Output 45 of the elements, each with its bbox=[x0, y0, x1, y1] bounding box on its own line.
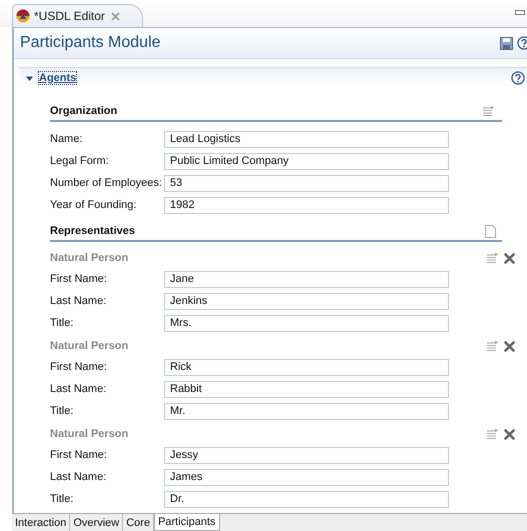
field-label: Last Name: bbox=[50, 295, 108, 307]
text-field[interactable]: 1982 bbox=[164, 196, 449, 214]
text-field[interactable]: 53 bbox=[164, 174, 449, 192]
page-tab[interactable]: Participants bbox=[154, 514, 220, 531]
text-field[interactable]: Mr. bbox=[164, 402, 449, 420]
person-title: Natural Person bbox=[50, 428, 130, 440]
save-icon[interactable] bbox=[500, 36, 513, 50]
form-title: Participants Module bbox=[20, 34, 162, 52]
person-title: Natural Person bbox=[50, 252, 130, 264]
text-field[interactable]: Mrs. bbox=[164, 314, 449, 332]
field-label: Title: bbox=[50, 317, 74, 329]
text-field[interactable]: Rick bbox=[164, 358, 449, 376]
delete-icon[interactable] bbox=[504, 252, 515, 264]
text-field[interactable]: Lead Logistics bbox=[164, 130, 449, 148]
group-title: Representatives bbox=[50, 225, 136, 237]
delete-icon[interactable] bbox=[504, 428, 515, 440]
text-field[interactable]: Jenkins bbox=[164, 292, 449, 310]
help-icon[interactable] bbox=[511, 71, 525, 85]
field-label: First Name: bbox=[50, 361, 108, 373]
text-field[interactable]: Jane bbox=[164, 270, 449, 288]
section-link[interactable]: Agents bbox=[39, 72, 76, 84]
delete-icon[interactable] bbox=[504, 340, 515, 352]
text-field[interactable]: James bbox=[164, 468, 449, 486]
help-icon[interactable] bbox=[517, 36, 527, 50]
field-label: First Name: bbox=[50, 449, 108, 461]
field-label: Number of Employees: bbox=[50, 177, 163, 189]
text-field[interactable]: Jessy bbox=[164, 446, 449, 464]
expand-icon[interactable] bbox=[25, 74, 34, 82]
group-title: Organization bbox=[50, 105, 118, 117]
close-icon[interactable] bbox=[110, 12, 120, 20]
field-label: Last Name: bbox=[50, 383, 108, 395]
minimize-icon[interactable] bbox=[515, 10, 525, 15]
field-label: Title: bbox=[50, 493, 74, 505]
field-label: Legal Form: bbox=[50, 155, 110, 167]
editor-tab[interactable]: *USDL Editor bbox=[12, 4, 143, 27]
text-field[interactable]: Rabbit bbox=[164, 380, 449, 398]
text-field[interactable]: Public Limited Company bbox=[164, 152, 449, 170]
person-title: Natural Person bbox=[50, 340, 130, 352]
field-label: Title: bbox=[50, 405, 74, 417]
field-label: Name: bbox=[50, 133, 84, 145]
logo-icon bbox=[16, 9, 30, 23]
field-label: Year of Founding: bbox=[50, 199, 138, 211]
field-label: Last Name: bbox=[50, 471, 108, 483]
text-field[interactable]: Dr. bbox=[164, 490, 449, 508]
field-label: First Name: bbox=[50, 273, 108, 285]
